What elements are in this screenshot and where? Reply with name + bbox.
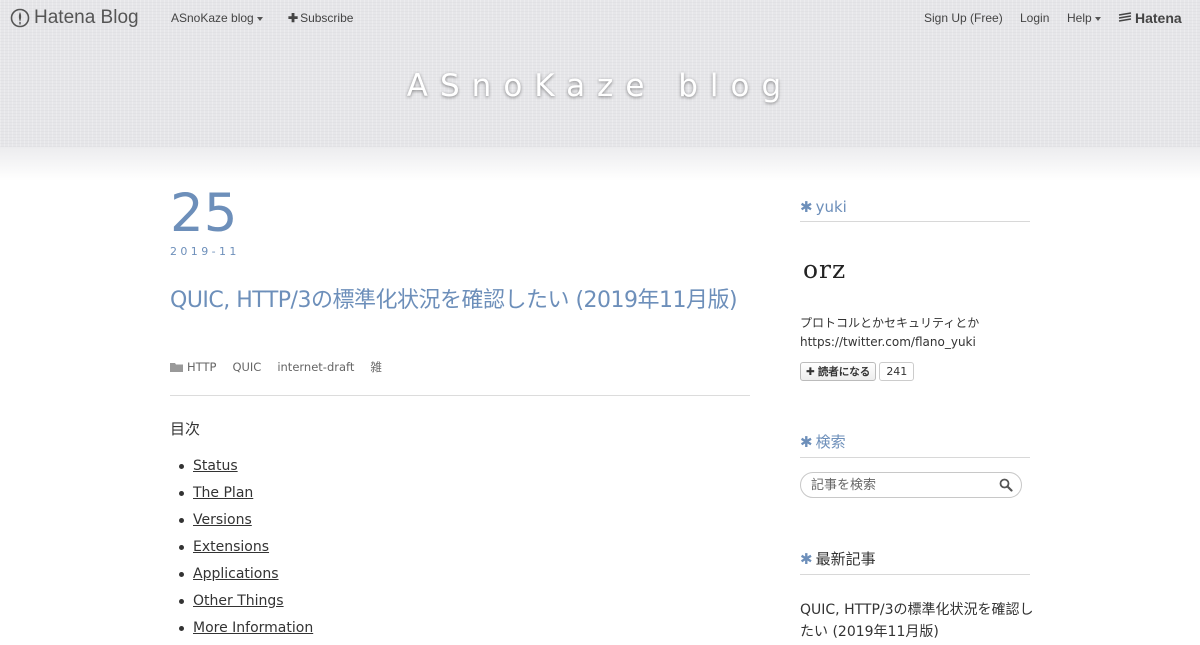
profile-description-text: プロトコルとかセキュリティとか	[800, 316, 980, 330]
toc-link[interactable]: Applications	[193, 566, 279, 582]
subscribe-label: Subscribe	[300, 11, 354, 25]
plus-icon: ✚	[806, 365, 815, 378]
help-label: Help	[1067, 11, 1092, 25]
asterisk-icon: ✱	[800, 433, 813, 451]
profile-description: プロトコルとかセキュリティとか https://twitter.com/flan…	[800, 314, 1040, 352]
hatena-logo-icon	[1118, 12, 1132, 22]
recent-entry-link[interactable]: QUIC, HTTP/3の標準化状況を確認したい (2019年11月版)	[800, 599, 1035, 643]
hatena-logo-text: Hatena	[1135, 10, 1182, 26]
recent-entries-heading: ✱ 最新記事	[800, 548, 1030, 575]
search-heading-text: 検索	[815, 433, 846, 451]
caret-down-icon	[256, 16, 263, 21]
toc-link[interactable]: Status	[193, 458, 238, 474]
blog-menu-dropdown[interactable]: ASnoKaze blog	[171, 11, 263, 25]
toc-item: More Information	[175, 618, 313, 645]
blog-menu-label: ASnoKaze blog	[171, 11, 254, 25]
search-heading: ✱ 検索	[800, 431, 1030, 458]
follow-widget: ✚ 読者になる 241	[800, 362, 915, 381]
asterisk-icon: ✱	[800, 550, 813, 568]
toc-link[interactable]: Other Things	[193, 593, 284, 609]
divider	[170, 395, 750, 396]
search-icon[interactable]	[999, 478, 1013, 492]
caret-down-icon	[1094, 16, 1101, 21]
asterisk-icon: ✱	[800, 198, 813, 216]
recent-entries-heading-text: 最新記事	[815, 550, 876, 568]
toc-heading: 目次	[170, 420, 201, 438]
follow-button[interactable]: ✚ 読者になる	[800, 362, 877, 381]
category-link[interactable]: HTTP	[187, 360, 216, 374]
category-link[interactable]: QUIC	[232, 360, 261, 374]
category-link[interactable]: 雑	[370, 359, 382, 375]
hatena-blog-logo[interactable]: Hatena Blog	[10, 7, 139, 29]
folder-icon	[170, 363, 183, 372]
follow-button-label: 読者になる	[817, 366, 871, 378]
entry-date-day[interactable]: 25	[170, 184, 237, 244]
subscribe-button[interactable]: ✚ Subscribe	[288, 11, 353, 25]
toc-item: Applications	[175, 564, 313, 591]
toc-link[interactable]: More Information	[193, 620, 313, 636]
profile-heading: ✱ yuki	[800, 198, 1030, 222]
global-header-bar: Hatena Blog ASnoKaze blog ✚ Subscribe Sig…	[0, 0, 1200, 36]
hatena-blog-logo-icon	[10, 8, 30, 28]
toc-item: Other Things	[175, 591, 313, 618]
profile-image[interactable]: orz	[803, 255, 846, 284]
signup-link[interactable]: Sign Up (Free)	[924, 11, 1003, 25]
category-link[interactable]: internet-draft	[277, 360, 354, 374]
toc-link[interactable]: Versions	[193, 512, 252, 528]
entry-categories: HTTP QUIC internet-draft 雑	[170, 359, 398, 375]
search-input[interactable]	[811, 475, 991, 495]
hatena-logo[interactable]: Hatena	[1118, 10, 1182, 26]
help-dropdown[interactable]: Help	[1067, 11, 1101, 25]
plus-icon: ✚	[288, 11, 299, 25]
toc-item: The Plan	[175, 483, 313, 510]
toc-item: Extensions	[175, 537, 313, 564]
profile-link[interactable]: https://twitter.com/flano_yuki	[800, 333, 1040, 352]
header-shadow	[0, 147, 1200, 181]
table-of-contents: Status The Plan Versions Extensions Appl…	[175, 456, 313, 645]
search-box	[800, 472, 1022, 498]
toc-item: Versions	[175, 510, 313, 537]
toc-link[interactable]: Extensions	[193, 539, 269, 555]
toc-item: Status	[175, 456, 313, 483]
login-link[interactable]: Login	[1020, 11, 1049, 25]
entry-date-year-month: 2019-11	[170, 245, 240, 258]
blog-title[interactable]: ASnoKaze blog	[0, 68, 1200, 104]
profile-heading-text[interactable]: yuki	[816, 198, 847, 216]
entry-title[interactable]: QUIC, HTTP/3の標準化状況を確認したい (2019年11月版)	[170, 285, 750, 316]
hatena-blog-logo-text: Hatena Blog	[34, 7, 139, 28]
follower-count[interactable]: 241	[879, 362, 915, 381]
toc-link[interactable]: The Plan	[193, 485, 253, 501]
